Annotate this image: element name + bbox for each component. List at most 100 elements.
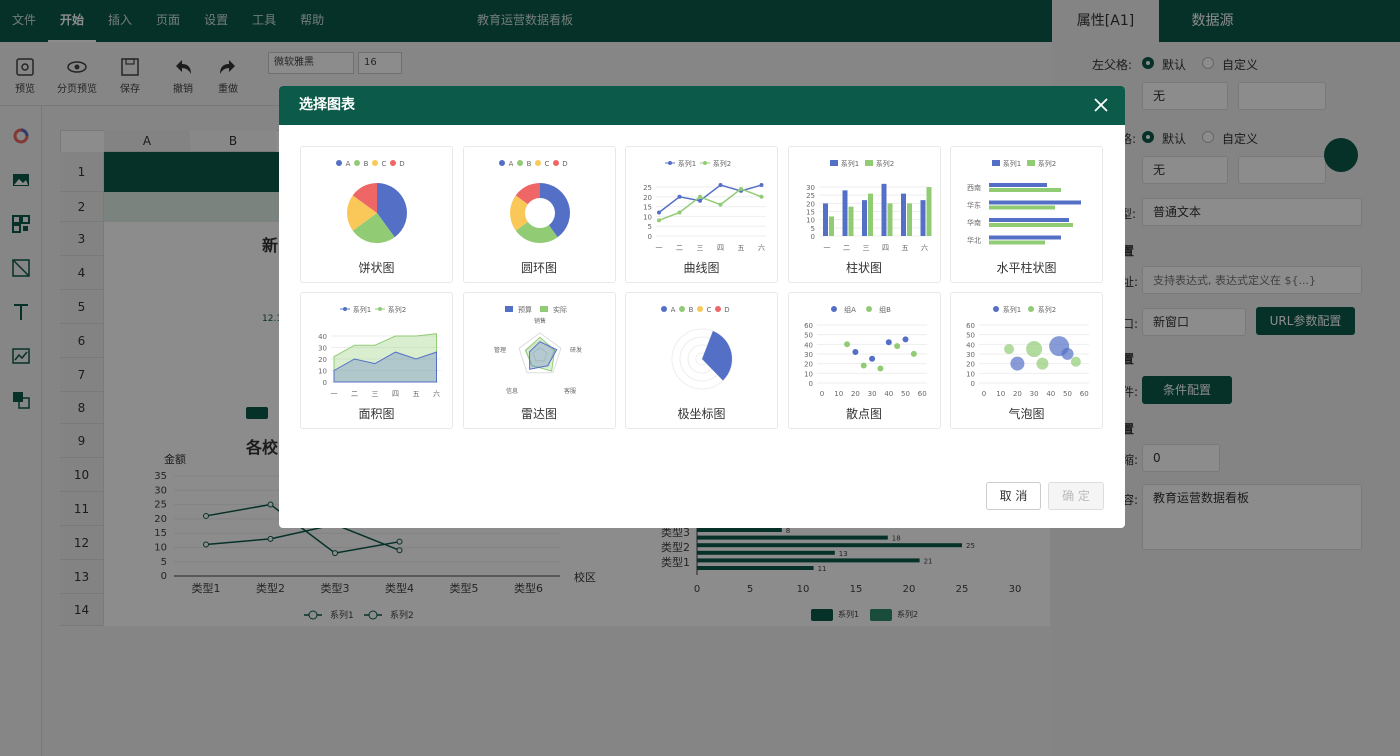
y-tick: 20 (318, 356, 327, 364)
category-label: 华北 (967, 236, 981, 245)
legend-text: 实际 (553, 305, 567, 314)
scatter-point (1004, 344, 1015, 355)
legend-text: 组A (844, 305, 856, 314)
chart-option-card[interactable]: 系列1 系列2 西南 华东 华南 华北 水平柱状图 (950, 146, 1103, 283)
legend-text: A (346, 160, 351, 168)
y-tick: 0 (810, 233, 814, 241)
chart-option-label: 柱状图 (845, 261, 882, 275)
category-label: 西南 (967, 183, 981, 192)
legend-text: D (724, 306, 729, 314)
x-tick: 30 (867, 390, 876, 398)
legend-text: C (544, 160, 549, 168)
chart-option-label: 面积图 (358, 407, 395, 421)
legend-dot (715, 306, 721, 312)
y-tick: 0 (648, 233, 652, 241)
chart-option-card[interactable]: 系列1 系列2 40 30 20 10 0 一 二 三 四 五 六面积图 (300, 292, 453, 429)
bar (887, 203, 892, 236)
legend-dot (354, 160, 360, 166)
x-tick: 40 (884, 390, 893, 398)
radar-axis-label: 客服 (563, 387, 575, 395)
x-tick: 四 (882, 244, 889, 252)
polar-sector (702, 331, 732, 381)
x-tick: 50 (1063, 390, 1072, 398)
legend-dot (343, 307, 347, 311)
confirm-button[interactable]: 确 定 (1048, 482, 1104, 510)
series-point (759, 183, 764, 188)
legend-text: D (562, 160, 567, 168)
x-tick: 二 (843, 244, 850, 252)
close-icon[interactable] (1093, 97, 1109, 113)
series-point (759, 194, 764, 199)
scatter-point (876, 365, 883, 372)
legend-text: D (399, 160, 404, 168)
legend-dot (378, 307, 382, 311)
y-tick: 0 (323, 379, 327, 387)
x-tick: 0 (982, 390, 986, 398)
series-line (658, 184, 762, 214)
legend-dot (703, 161, 707, 165)
x-tick: 五 (738, 244, 745, 252)
legend-text: 系列1 (1003, 305, 1021, 314)
legend-swatch (1027, 160, 1035, 166)
chart-option-card[interactable]: A B C D 饼状图 (300, 146, 453, 283)
legend-dot (516, 160, 523, 166)
x-tick: 六 (921, 243, 928, 252)
legend-dot (336, 160, 342, 166)
chart-option-card[interactable]: 系列1 系列2 60 50 40 30 20 10 0 0 10 20 30 40 50 60 气泡图 (950, 292, 1103, 429)
legend-text: B (526, 160, 531, 168)
series-point (698, 198, 702, 203)
scatter-point (1036, 357, 1049, 370)
chart-option-label: 曲线图 (683, 261, 720, 275)
hbar (989, 200, 1081, 205)
chart-option-label: 水平柱状图 (996, 261, 1057, 275)
x-tick: 四 (392, 390, 399, 398)
legend-text: 系列1 (678, 159, 696, 168)
radar-axis-label: 管理 (493, 346, 505, 354)
hbar (989, 223, 1073, 227)
x-tick: 三 (862, 244, 869, 252)
chart-option-card[interactable]: 系列1 系列2 25 20 15 10 5 0 一 二 三 四 五 六曲线图 (625, 146, 778, 283)
scatter-point (885, 339, 892, 346)
chart-option-label: 圆环图 (520, 261, 557, 275)
category-label: 华东 (967, 201, 981, 210)
chart-thumbnail: 预算 实际销售管理 研发信息 客服 (493, 305, 581, 395)
radar-axis-label: 销售 (533, 317, 545, 325)
legend-swatch (829, 160, 838, 166)
legend-swatch (539, 306, 548, 312)
y-tick: 10 (806, 217, 815, 225)
series-point (739, 186, 743, 191)
y-tick: 30 (806, 184, 815, 192)
chart-option-card[interactable]: 组A 组B 60 50 40 30 20 10 0 0 10 20 30 40 50 60 散点图 (787, 292, 941, 429)
chart-option-card[interactable]: A B C D 圆环图 (462, 146, 616, 283)
scatter-point (1010, 356, 1025, 371)
x-tick: 一 (331, 390, 338, 398)
legend-dot (865, 306, 872, 312)
legend-dot (534, 160, 541, 166)
y-tick: 5 (810, 225, 814, 233)
legend-text: 系列2 (875, 159, 893, 168)
legend-swatch (864, 160, 873, 166)
legend-dot (993, 306, 999, 312)
chart-thumbnail: A B C D (661, 306, 733, 390)
y-tick: 10 (643, 213, 652, 221)
x-tick: 六 (758, 243, 765, 252)
chart-option-card[interactable]: A B C D 极坐标图 (625, 292, 778, 429)
legend-dot (372, 160, 378, 166)
x-tick: 60 (1080, 390, 1089, 398)
bar (828, 216, 834, 236)
x-tick: 一 (656, 244, 663, 252)
scatter-point (910, 350, 917, 357)
scatter-point (1061, 347, 1074, 360)
cancel-button[interactable]: 取 消 (986, 482, 1041, 510)
legend-text: B (364, 160, 369, 168)
legend-text: 系列2 (713, 159, 731, 168)
scatter-point (851, 348, 858, 355)
chart-option-card[interactable]: 预算 实际 销售 管理 研发 信息 客服 雷达图 (462, 292, 616, 429)
chart-option-card[interactable]: 系列1 系列2 30 25 20 15 10 5 0 一 二 三 四 五 六柱状图 (787, 146, 941, 283)
y-tick: 50 (804, 332, 813, 340)
legend-text: 预算 (518, 305, 532, 314)
y-tick: 40 (318, 333, 327, 341)
y-tick: 0 (971, 380, 975, 388)
bar (848, 206, 853, 236)
hbar (989, 218, 1069, 222)
